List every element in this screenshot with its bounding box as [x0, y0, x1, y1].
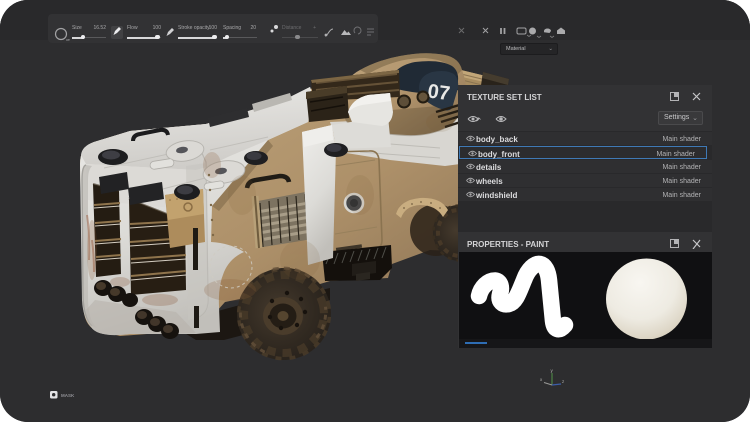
svg-text:z: z [562, 379, 565, 384]
svg-text:x: x [540, 377, 543, 382]
svg-text:MASK: MASK [61, 393, 75, 398]
svg-text:y: y [551, 368, 554, 373]
svg-text:07: 07 [426, 80, 451, 105]
